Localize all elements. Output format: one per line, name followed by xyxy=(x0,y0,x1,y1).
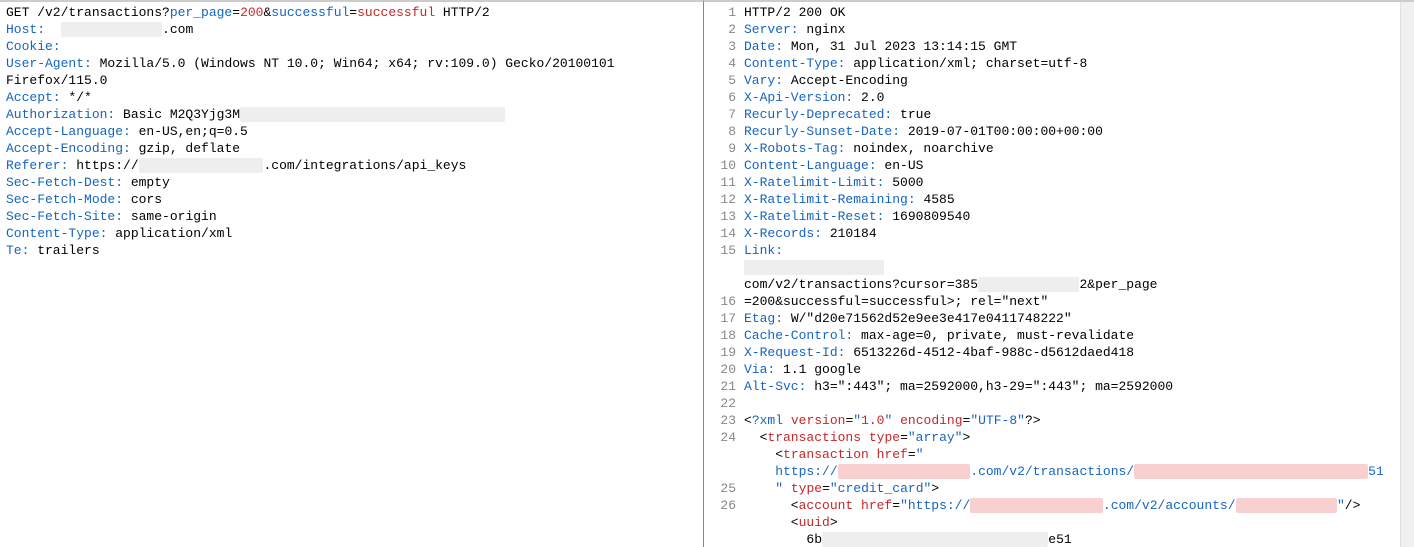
request-line: GET /v2/transactions?per_page=200&succes… xyxy=(6,4,697,21)
request-header: Accept: */* xyxy=(6,89,697,106)
xml-attr-value: https:// .com/v2/transactions/ 51 xyxy=(744,463,1394,480)
line-number: 6 xyxy=(704,89,736,106)
line-number xyxy=(704,259,736,276)
xml-declaration: <?xml version="1.0" encoding="UTF-8"?> xyxy=(744,412,1394,429)
xml-element: <uuid> xyxy=(744,514,1394,531)
line-number: 21 xyxy=(704,378,736,395)
response-header: X-Ratelimit-Reset: 1690809540 xyxy=(744,208,1394,225)
line-number: 17 xyxy=(704,310,736,327)
response-header: X-Robots-Tag: noindex, noarchive xyxy=(744,140,1394,157)
response-header: Etag: W/"d20e71562d52e9ee3e417e041174822… xyxy=(744,310,1394,327)
line-number xyxy=(704,276,736,293)
response-pane[interactable]: 1234567891011121314151617181920212223242… xyxy=(704,0,1414,547)
line-number: 11 xyxy=(704,174,736,191)
line-number: 10 xyxy=(704,157,736,174)
vertical-scrollbar[interactable] xyxy=(1400,2,1414,547)
request-header: Sec-Fetch-Site: same-origin xyxy=(6,208,697,225)
xml-text: 6b e51 xyxy=(744,531,1394,547)
line-number xyxy=(704,531,736,547)
request-header: Host: .com xyxy=(6,21,697,38)
request-editor[interactable]: GET /v2/transactions?per_page=200&succes… xyxy=(0,2,703,265)
response-header: Vary: Accept-Encoding xyxy=(744,72,1394,89)
response-header: Via: 1.1 google xyxy=(744,361,1394,378)
xml-element: <account href="https:// .com/v2/accounts… xyxy=(744,497,1394,514)
response-header: Content-Language: en-US xyxy=(744,157,1394,174)
line-number: 5 xyxy=(704,72,736,89)
response-header: Date: Mon, 31 Jul 2023 13:14:15 GMT xyxy=(744,38,1394,55)
line-number: 12 xyxy=(704,191,736,208)
response-header: Link: xyxy=(744,242,1394,259)
request-header: Cookie: xyxy=(6,38,697,55)
response-header: Recurly-Deprecated: true xyxy=(744,106,1394,123)
response-header: Content-Type: application/xml; charset=u… xyxy=(744,55,1394,72)
line-number: 19 xyxy=(704,344,736,361)
line-number: 15 xyxy=(704,242,736,259)
line-number: 7 xyxy=(704,106,736,123)
blank-line xyxy=(744,395,1394,412)
response-header: X-Ratelimit-Remaining: 4585 xyxy=(744,191,1394,208)
active-tab-indicator xyxy=(0,0,55,2)
response-header: Server: nginx xyxy=(744,21,1394,38)
active-tab-indicator xyxy=(704,0,759,2)
request-header: Te: trailers xyxy=(6,242,697,259)
response-header: X-Ratelimit-Limit: 5000 xyxy=(744,174,1394,191)
line-number: 25 xyxy=(704,480,736,497)
response-header-continuation xyxy=(744,259,1394,276)
request-header: Accept-Language: en-US,en;q=0.5 xyxy=(6,123,697,140)
line-number xyxy=(704,463,736,480)
line-number: 8 xyxy=(704,123,736,140)
xml-element: <transaction href=" xyxy=(744,446,1394,463)
line-number: 24 xyxy=(704,429,736,446)
line-number: 23 xyxy=(704,412,736,429)
line-number: 4 xyxy=(704,55,736,72)
line-number: 9 xyxy=(704,140,736,157)
response-header: Recurly-Sunset-Date: 2019-07-01T00:00:00… xyxy=(744,123,1394,140)
line-number: 13 xyxy=(704,208,736,225)
line-number xyxy=(704,446,736,463)
response-header: X-Records: 210184 xyxy=(744,225,1394,242)
response-header: X-Request-Id: 6513226d-4512-4baf-988c-d5… xyxy=(744,344,1394,361)
request-header: Sec-Fetch-Dest: empty xyxy=(6,174,697,191)
line-number: 1 xyxy=(704,4,736,21)
http-message-split-view: GET /v2/transactions?per_page=200&succes… xyxy=(0,0,1414,547)
line-number: 22 xyxy=(704,395,736,412)
line-number: 2 xyxy=(704,21,736,38)
xml-element: <transactions type="array"> xyxy=(744,429,1394,446)
request-header: Accept-Encoding: gzip, deflate xyxy=(6,140,697,157)
xml-attr-value: " type="credit_card"> xyxy=(744,480,1394,497)
response-status-line: HTTP/2 200 OK xyxy=(744,4,1394,21)
line-number: 3 xyxy=(704,38,736,55)
response-header: X-Api-Version: 2.0 xyxy=(744,89,1394,106)
response-header: Cache-Control: max-age=0, private, must-… xyxy=(744,327,1394,344)
request-header: Content-Type: application/xml xyxy=(6,225,697,242)
line-number: 16 xyxy=(704,293,736,310)
request-header: Referer: https:// .com/integrations/api_… xyxy=(6,157,697,174)
line-number-gutter: 1234567891011121314151617181920212223242… xyxy=(704,2,742,547)
line-number xyxy=(704,514,736,531)
request-pane[interactable]: GET /v2/transactions?per_page=200&succes… xyxy=(0,0,704,547)
request-header: Sec-Fetch-Mode: cors xyxy=(6,191,697,208)
line-number: 14 xyxy=(704,225,736,242)
response-header-continuation: =200&successful=successful>; rel="next" xyxy=(744,293,1394,310)
line-number: 18 xyxy=(704,327,736,344)
response-header: Alt-Svc: h3=":443"; ma=2592000,h3-29=":4… xyxy=(744,378,1394,395)
request-header: User-Agent: Mozilla/5.0 (Windows NT 10.0… xyxy=(6,55,697,89)
line-number: 26 xyxy=(704,497,736,514)
line-number: 20 xyxy=(704,361,736,378)
request-header: Authorization: Basic M2Q3Yjg3M xyxy=(6,106,697,123)
response-editor[interactable]: HTTP/2 200 OKServer: nginxDate: Mon, 31 … xyxy=(742,2,1400,547)
